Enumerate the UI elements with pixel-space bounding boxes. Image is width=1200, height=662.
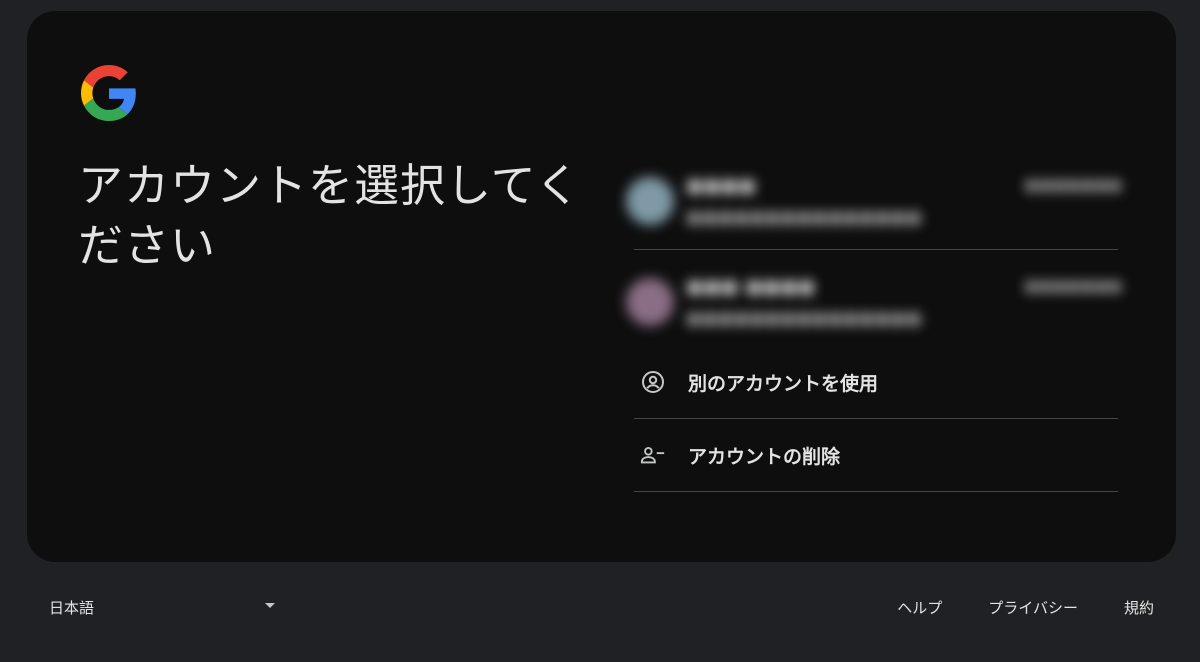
footer-links: ヘルプ プライバシー 規約 [897, 597, 1154, 618]
account-email: ●●●●●●●●●●●●●●● [686, 207, 922, 228]
account-email: ●●●●●●●●●●●●●●● [686, 308, 922, 329]
terms-link[interactable]: 規約 [1124, 597, 1154, 618]
account-status: ●●●●●●● [1024, 175, 1122, 194]
person-remove-icon [640, 442, 666, 468]
account-status: ●●●●●●● [1024, 276, 1122, 295]
page-title: アカウントを選択してください [78, 159, 582, 272]
language-label: 日本語 [49, 599, 95, 617]
footer: 日本語 ヘルプ プライバシー 規約 [0, 580, 1200, 640]
account-item[interactable]: ●●●● ●●●●●●●●●●●●●●● ●●●●●●● [626, 149, 1122, 250]
account-circle-icon [640, 369, 666, 395]
help-link[interactable]: ヘルプ [897, 597, 942, 618]
account-chooser-card: アカウントを選択してください ●●●● ●●●●●●●●●●●●●●● ●●●●… [27, 11, 1176, 562]
avatar [626, 177, 674, 225]
privacy-link[interactable]: プライバシー [988, 597, 1078, 618]
use-another-account-label: 別のアカウントを使用 [688, 372, 879, 395]
remove-account-label: アカウントの削除 [688, 445, 841, 468]
avatar [626, 278, 674, 326]
account-list: ●●●● ●●●●●●●●●●●●●●● ●●●●●●● ●●● ●●●● ●●… [624, 149, 1136, 492]
caret-down-icon [265, 603, 275, 608]
account-item[interactable]: ●●● ●●●● ●●●●●●●●●●●●●●● ●●●●●●● [626, 250, 1122, 346]
google-logo [81, 65, 137, 121]
language-selector[interactable]: 日本語 [49, 597, 279, 619]
account-name: ●●● ●●●● [686, 274, 816, 298]
account-name: ●●●● [686, 173, 756, 197]
remove-account-button[interactable]: アカウントの削除 [634, 419, 1118, 492]
use-another-account-button[interactable]: 別のアカウントを使用 [634, 346, 1118, 419]
